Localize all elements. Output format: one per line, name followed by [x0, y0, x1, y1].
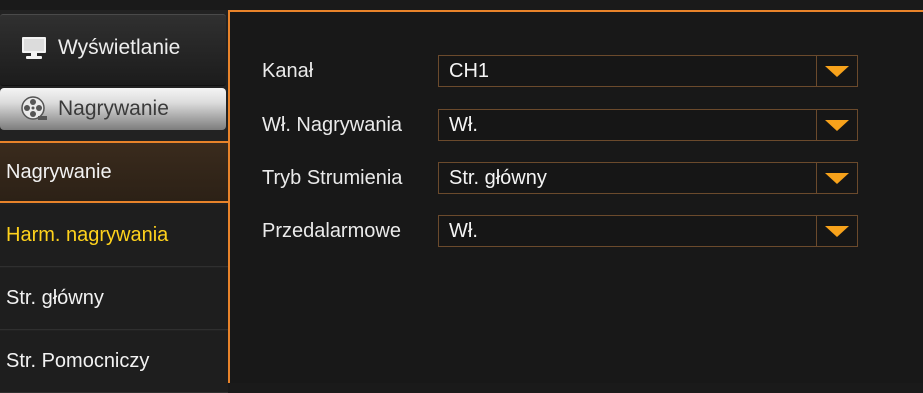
chevron-down-icon[interactable]	[816, 216, 857, 246]
sidebar-item-label: Str. główny	[6, 287, 104, 309]
stream-mode-dropdown[interactable]: Str. główny	[438, 162, 858, 194]
recording-enabled-value: Wł.	[449, 113, 478, 136]
chevron-down-icon[interactable]	[816, 163, 857, 193]
chevron-down-icon[interactable]	[816, 110, 857, 140]
sidebar-item-main-stream[interactable]: Str. główny	[0, 268, 228, 330]
channel-label: Kanał	[262, 59, 314, 82]
stream-mode-value: Str. główny	[449, 166, 547, 189]
category-recording-label: Nagrywanie	[58, 97, 169, 120]
channel-row: Kanał CH1	[262, 54, 858, 88]
recording-enabled-dropdown[interactable]: Wł.	[438, 109, 858, 141]
category-recording-button[interactable]: Nagrywanie	[0, 88, 226, 130]
channel-value: CH1	[449, 59, 490, 82]
category-display-label: Wyświetlanie	[58, 36, 181, 59]
sidebar-item-recording[interactable]: Nagrywanie	[0, 141, 228, 203]
channel-dropdown[interactable]: CH1	[438, 55, 858, 87]
settings-panel: Kanał CH1 Wł. Nagrywania Wł. Tryb Strumi…	[228, 10, 923, 383]
sidebar-item-label: Harm. nagrywania	[6, 224, 169, 246]
pre-alarm-dropdown[interactable]: Wł.	[438, 215, 858, 247]
sidebar-item-label: Nagrywanie	[6, 160, 112, 183]
stream-mode-label: Tryb Strumienia	[262, 166, 403, 189]
pre-alarm-label: Przedalarmowe	[262, 219, 401, 242]
sidebar-item-sub-stream[interactable]: Str. Pomocniczy	[0, 331, 228, 393]
sidebar-item-label: Str. Pomocniczy	[6, 350, 150, 372]
chevron-down-icon[interactable]	[816, 56, 857, 86]
recording-enabled-row: Wł. Nagrywania Wł.	[262, 108, 858, 142]
category-display-button[interactable]: Wyświetlanie	[0, 14, 226, 86]
pre-alarm-row: Przedalarmowe Wł.	[262, 214, 858, 248]
monitor-icon	[20, 34, 48, 62]
film-reel-icon	[20, 95, 48, 123]
pre-alarm-value: Wł.	[449, 219, 478, 242]
stream-mode-row: Tryb Strumienia Str. główny	[262, 161, 858, 195]
recording-enabled-label: Wł. Nagrywania	[262, 113, 403, 136]
sidebar: Wyświetlanie Nagrywanie Nagrywanie Harm.…	[0, 10, 228, 393]
sidebar-item-recording-schedule[interactable]: Harm. nagrywania	[0, 205, 228, 267]
